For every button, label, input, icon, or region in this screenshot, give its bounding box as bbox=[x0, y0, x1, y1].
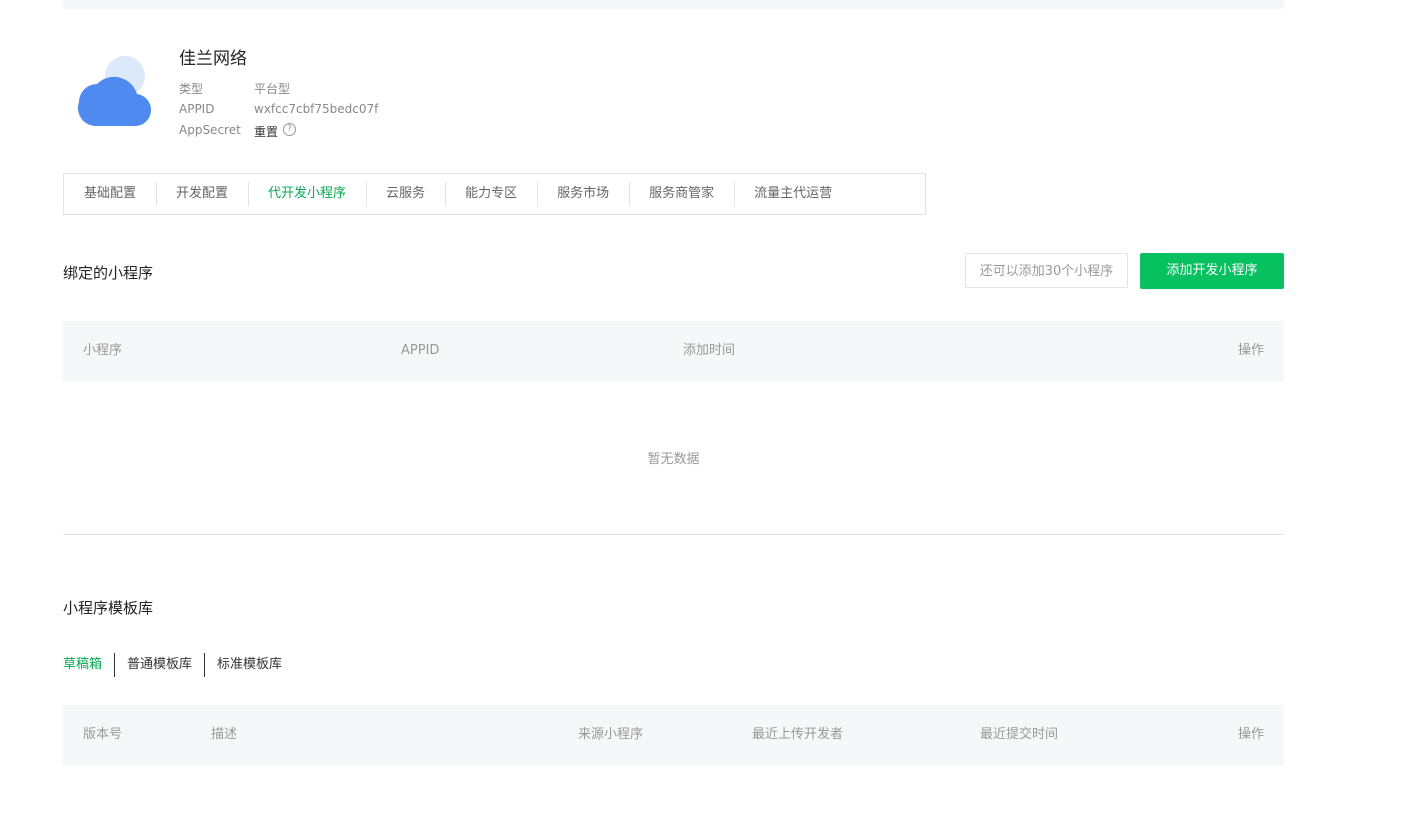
subtab-drafts[interactable]: 草稿箱 bbox=[63, 653, 114, 677]
subtab-standard-templates[interactable]: 标准模板库 bbox=[204, 653, 294, 677]
column-description: 描述 bbox=[211, 727, 238, 742]
empty-text: 暂无数据 bbox=[647, 452, 700, 467]
column-add-time: 添加时间 bbox=[683, 343, 736, 358]
appid-row: APPID wxfcc7cbf75bedc07f bbox=[179, 102, 378, 116]
column-appid: APPID bbox=[401, 343, 440, 358]
tab-basic-config[interactable]: 基础配置 bbox=[64, 174, 156, 214]
add-miniprogram-button[interactable]: 添加开发小程序 bbox=[1140, 253, 1284, 289]
main-tabs: 基础配置 开发配置 代开发小程序 云服务 能力专区 服务市场 服务商管家 流量主… bbox=[63, 173, 926, 215]
appid-value: wxfcc7cbf75bedc07f bbox=[254, 102, 379, 116]
type-label: 类型 bbox=[179, 82, 204, 96]
tab-provider-manager[interactable]: 服务商管家 bbox=[629, 174, 734, 214]
tab-dev-config[interactable]: 开发配置 bbox=[156, 174, 248, 214]
column-source-miniprogram: 来源小程序 bbox=[578, 727, 644, 742]
template-table-header: 版本号 描述 来源小程序 最近上传开发者 最近提交时间 操作 bbox=[63, 705, 1284, 765]
column-version: 版本号 bbox=[83, 727, 123, 742]
empty-state: 暂无数据 bbox=[63, 381, 1284, 535]
column-template-actions: 操作 bbox=[1237, 727, 1264, 742]
bound-section-title: 绑定的小程序 bbox=[63, 264, 154, 282]
tab-service-market[interactable]: 服务市场 bbox=[537, 174, 629, 214]
column-last-uploader: 最近上传开发者 bbox=[752, 727, 844, 742]
appid-label: APPID bbox=[179, 102, 215, 116]
column-actions: 操作 bbox=[1237, 343, 1264, 358]
bound-table-header: 小程序 APPID 添加时间 操作 bbox=[63, 321, 1284, 381]
template-section-title: 小程序模板库 bbox=[63, 599, 154, 617]
reset-secret-link[interactable]: 重置 bbox=[254, 123, 278, 140]
tab-cloud-service[interactable]: 云服务 bbox=[366, 174, 445, 214]
help-icon[interactable]: ? bbox=[283, 123, 297, 136]
app-name: 佳兰网络 bbox=[179, 49, 247, 69]
tab-proxy-dev-miniprogram[interactable]: 代开发小程序 bbox=[248, 174, 366, 214]
app-header: 佳兰网络 类型 平台型 APPID wxfcc7cbf75bedc07f App… bbox=[63, 42, 663, 142]
type-row: 类型 平台型 bbox=[179, 80, 290, 97]
subtab-normal-templates[interactable]: 普通模板库 bbox=[114, 653, 204, 677]
cloud-logo-icon bbox=[77, 56, 151, 126]
top-bar bbox=[63, 0, 1284, 9]
template-subtabs: 草稿箱 普通模板库 标准模板库 bbox=[63, 653, 294, 677]
column-miniprogram: 小程序 bbox=[83, 343, 123, 358]
appsecret-row: AppSecret 重置 ? bbox=[179, 123, 297, 140]
tab-traffic-operation[interactable]: 流量主代运营 bbox=[734, 174, 852, 214]
column-last-submit-time: 最近提交时间 bbox=[980, 727, 1059, 742]
appsecret-label: AppSecret bbox=[179, 123, 241, 137]
quota-indicator: 还可以添加30个小程序 bbox=[965, 253, 1128, 288]
type-value: 平台型 bbox=[254, 82, 291, 96]
tab-capabilities[interactable]: 能力专区 bbox=[445, 174, 537, 214]
